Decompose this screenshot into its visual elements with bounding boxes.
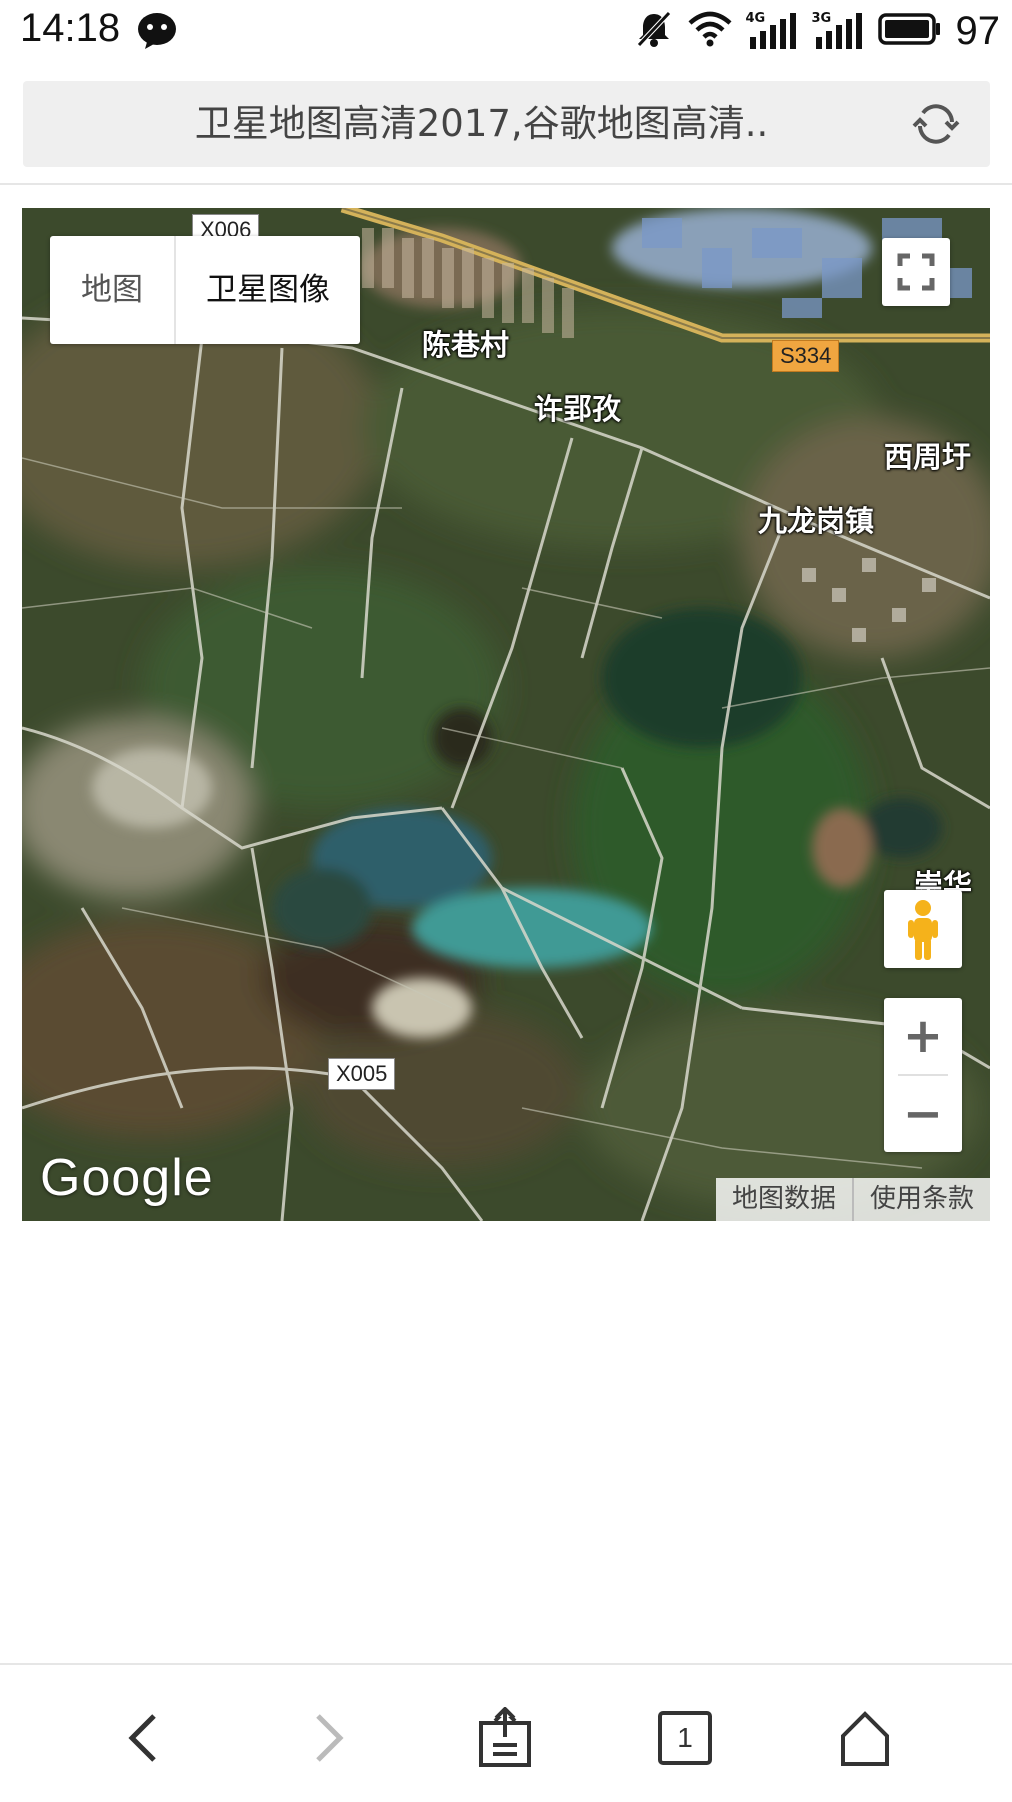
home-icon — [841, 1711, 889, 1766]
fullscreen-icon — [897, 253, 935, 291]
battery-level: 97 — [955, 8, 1001, 53]
tab-count: 1 — [677, 1722, 693, 1753]
map-type-map-option[interactable]: 地图 — [50, 236, 176, 344]
back-icon — [128, 1714, 156, 1762]
map-type-selector[interactable]: 地图 卫星图像 — [50, 236, 360, 344]
page-title[interactable]: 卫星地图高清2017,谷歌地图高清.. — [93, 81, 870, 167]
forward-button[interactable] — [292, 1703, 362, 1773]
map-attribution: 地图数据 使用条款 — [715, 1178, 990, 1221]
wifi-icon — [687, 11, 732, 51]
mute-icon — [634, 9, 674, 53]
place-label-xuying: 许郢孜 — [534, 392, 622, 426]
status-bar: 14:18 4G 3G 97 — [0, 0, 1012, 62]
share-button[interactable] — [470, 1703, 540, 1773]
battery-icon — [877, 12, 942, 50]
road-shield-x005: X005 — [328, 1058, 396, 1090]
browser-bottom-nav: 1 — [0, 1663, 1012, 1802]
zoom-control: + − — [884, 998, 962, 1152]
home-button[interactable] — [830, 1703, 900, 1773]
place-label-chenxiang: 陈巷村 — [422, 328, 510, 362]
pegman-icon — [908, 900, 938, 960]
place-label-xizhou: 西周圩 — [884, 440, 972, 474]
google-logo: Google — [40, 1149, 214, 1207]
street-view-button[interactable] — [884, 890, 962, 968]
fullscreen-button[interactable] — [882, 238, 950, 306]
forward-icon — [316, 1714, 344, 1762]
road-shield-s334: S334 — [772, 340, 840, 372]
map-type-satellite-option[interactable]: 卫星图像 — [176, 236, 360, 344]
map-data-link[interactable]: 地图数据 — [716, 1178, 852, 1221]
status-time: 14:18 — [20, 6, 121, 50]
zoom-out-button[interactable]: − — [884, 1076, 962, 1152]
wechat-icon — [137, 12, 177, 54]
signal-3g-icon: 3G — [812, 11, 864, 51]
divider — [0, 183, 1012, 185]
satellite-map[interactable]: X006 S334 X005 陈巷村 许郢孜 西周圩 九龙岗镇 崇华 地图 卫星… — [22, 208, 990, 1221]
refresh-icon[interactable] — [912, 100, 960, 152]
address-bar[interactable]: 卫星地图高清2017,谷歌地图高清.. — [23, 81, 990, 167]
share-icon — [479, 1707, 531, 1767]
back-button[interactable] — [110, 1703, 180, 1773]
signal-4g-icon: 4G — [746, 11, 798, 51]
zoom-in-button[interactable]: + — [884, 998, 962, 1074]
place-label-jiulong: 九龙岗镇 — [758, 504, 875, 538]
terms-of-use-link[interactable]: 使用条款 — [854, 1178, 990, 1221]
tabs-button[interactable]: 1 — [650, 1703, 720, 1773]
